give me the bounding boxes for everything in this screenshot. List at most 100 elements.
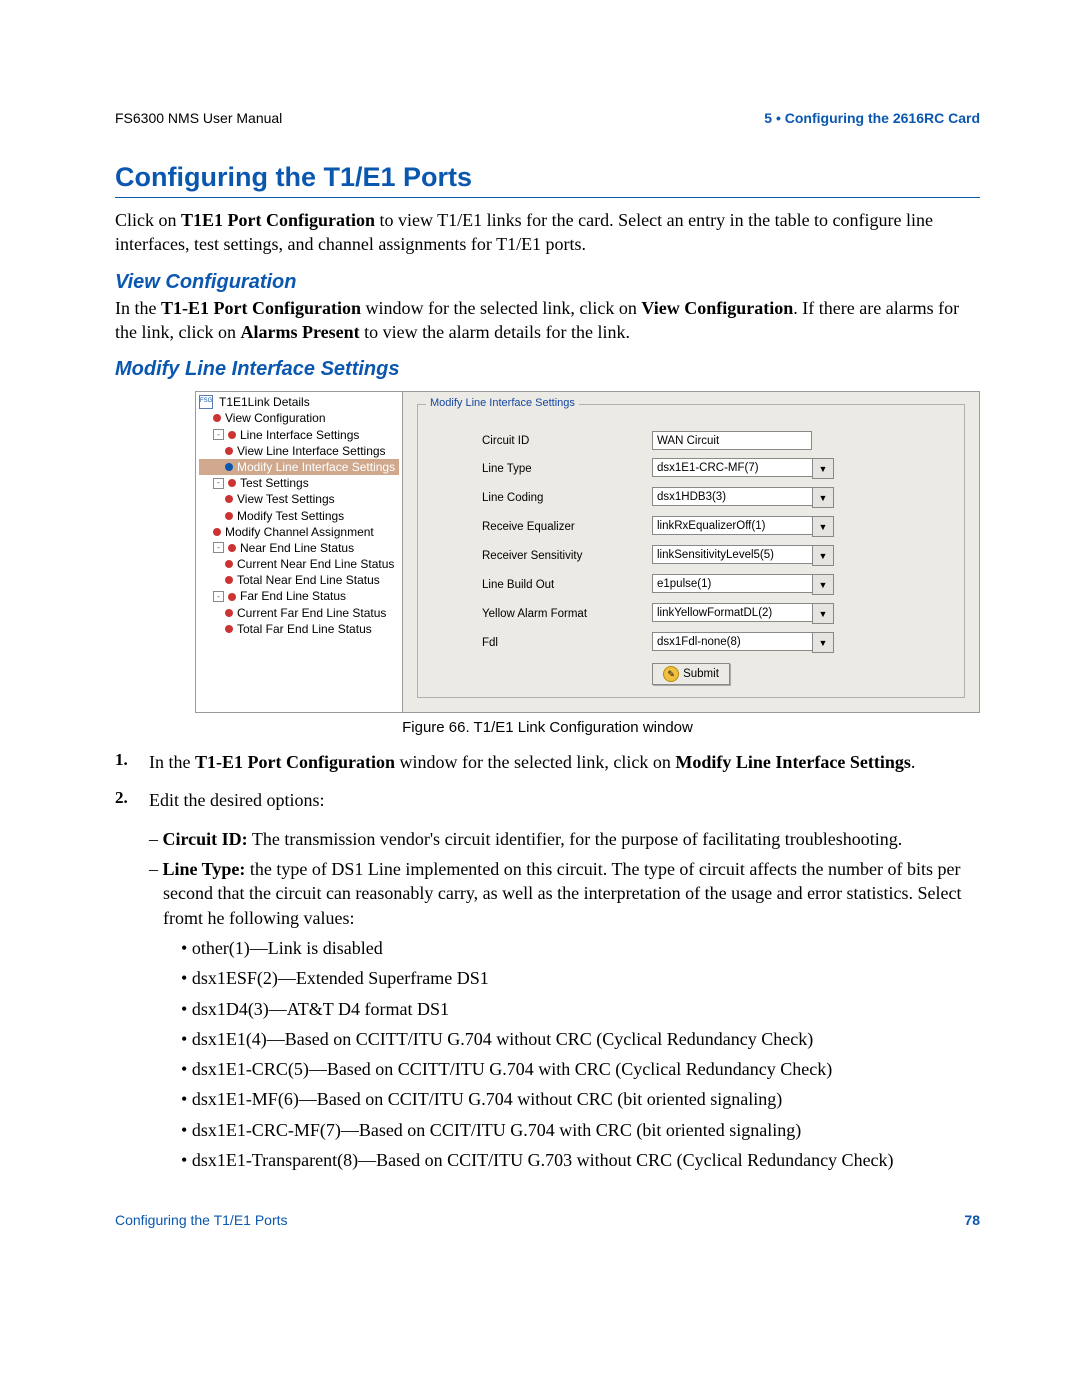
bullet-icon: [228, 479, 236, 487]
tree-item[interactable]: View Configuration: [199, 410, 399, 426]
form-panel: Modify Line Interface Settings Circuit I…: [403, 391, 980, 713]
chevron-down-icon[interactable]: ▼: [812, 632, 834, 653]
list-item: – Circuit ID: The transmission vendor's …: [149, 827, 980, 851]
fieldset: Modify Line Interface Settings Circuit I…: [417, 404, 965, 698]
form-label: Fdl: [432, 637, 652, 649]
chevron-down-icon[interactable]: ▼: [812, 545, 834, 566]
rx-equalizer-select[interactable]: [652, 516, 812, 535]
line-buildout-select[interactable]: [652, 574, 812, 593]
expand-icon[interactable]: -: [213, 429, 224, 440]
tree-item[interactable]: Current Near End Line Status: [199, 556, 399, 572]
chevron-down-icon[interactable]: ▼: [812, 574, 834, 595]
bullet-icon: [213, 528, 221, 536]
tree-item[interactable]: -Line Interface Settings: [199, 427, 399, 443]
tree-item[interactable]: -Far End Line Status: [199, 588, 399, 604]
tree-item[interactable]: -Near End Line Status: [199, 540, 399, 556]
bullet-icon: [225, 576, 233, 584]
footer-left: Configuring the T1/E1 Ports: [115, 1212, 288, 1228]
view-config-paragraph: In the T1-E1 Port Configuration window f…: [115, 296, 980, 345]
bullet-icon: [225, 447, 233, 455]
submit-button[interactable]: ✎ Submit: [652, 663, 730, 685]
form-row: Line Type ▼: [432, 458, 950, 479]
line-coding-select[interactable]: [652, 487, 812, 506]
form-label: Receive Equalizer: [432, 521, 652, 533]
tree-item[interactable]: Modify Test Settings: [199, 508, 399, 524]
fieldset-legend: Modify Line Interface Settings: [426, 397, 579, 409]
chevron-down-icon[interactable]: ▼: [812, 603, 834, 624]
expand-icon[interactable]: -: [213, 591, 224, 602]
form-row: Receive Equalizer ▼: [432, 516, 950, 537]
header-left: FS6300 NMS User Manual: [115, 110, 282, 126]
tree-item[interactable]: Modify Channel Assignment: [199, 524, 399, 540]
form-row: Line Build Out ▼: [432, 574, 950, 595]
tree-item[interactable]: View Test Settings: [199, 491, 399, 507]
view-config-heading: View Configuration: [115, 271, 980, 294]
value-list: • other(1)—Link is disabled • dsx1ESF(2)…: [163, 936, 980, 1172]
list-item: – Line Type: the type of DS1 Line implem…: [149, 857, 980, 1172]
figure-caption: Figure 66. T1/E1 Link Configuration wind…: [115, 719, 980, 736]
bullet-icon: [225, 625, 233, 633]
form-row: Line Coding ▼: [432, 487, 950, 508]
tree-item[interactable]: Total Far End Line Status: [199, 621, 399, 637]
form-row: Receiver Sensitivity ▼: [432, 545, 950, 566]
header-right: 5 • Configuring the 2616RC Card: [764, 110, 980, 126]
page-number: 78: [964, 1212, 980, 1228]
yellow-alarm-select[interactable]: [652, 603, 812, 622]
tree-item[interactable]: View Line Interface Settings: [199, 443, 399, 459]
rx-sensitivity-select[interactable]: [652, 545, 812, 564]
figure-screenshot: T1E1Link Details View Configuration -Lin…: [195, 391, 980, 713]
option-list: – Circuit ID: The transmission vendor's …: [115, 827, 980, 1173]
page-header: FS6300 NMS User Manual 5 • Configuring t…: [115, 110, 980, 126]
list-item: • dsx1E1-CRC(5)—Based on CCITT/ITU G.704…: [181, 1057, 980, 1081]
section-rule: [115, 197, 980, 198]
list-item: • dsx1E1-Transparent(8)—Based on CCIT/IT…: [181, 1148, 980, 1172]
tree-item[interactable]: -Test Settings: [199, 475, 399, 491]
form-row: Yellow Alarm Format ▼: [432, 603, 950, 624]
steps-list: 1. In the T1-E1 Port Configuration windo…: [115, 750, 980, 813]
form-label: Line Type: [432, 463, 652, 475]
bullet-icon: [225, 495, 233, 503]
fdl-select[interactable]: [652, 632, 812, 651]
modify-lis-heading: Modify Line Interface Settings: [115, 358, 980, 381]
form-label: Yellow Alarm Format: [432, 608, 652, 620]
bullet-icon: [213, 414, 221, 422]
bullet-icon: [225, 463, 233, 471]
circuit-id-input[interactable]: [652, 431, 812, 450]
bullet-icon: [228, 431, 236, 439]
bullet-icon: [225, 512, 233, 520]
form-label: Receiver Sensitivity: [432, 550, 652, 562]
list-item: • dsx1D4(3)—AT&T D4 format DS1: [181, 997, 980, 1021]
line-type-select[interactable]: [652, 458, 812, 477]
list-item: • dsx1ESF(2)—Extended Superframe DS1: [181, 966, 980, 990]
expand-icon[interactable]: -: [213, 478, 224, 489]
form-label: Line Build Out: [432, 579, 652, 591]
form-label: Circuit ID: [432, 435, 652, 447]
step-number: 1.: [115, 750, 149, 774]
bullet-icon: [225, 560, 233, 568]
section-title: Configuring the T1/E1 Ports: [115, 162, 980, 193]
list-item: • dsx1E1-MF(6)—Based on CCIT/ITU G.704 w…: [181, 1087, 980, 1111]
bullet-icon: [225, 609, 233, 617]
bullet-icon: [228, 544, 236, 552]
expand-icon[interactable]: -: [213, 542, 224, 553]
list-item: • other(1)—Link is disabled: [181, 936, 980, 960]
tree-root[interactable]: T1E1Link Details: [199, 394, 399, 410]
chevron-down-icon[interactable]: ▼: [812, 516, 834, 537]
doc-icon: [199, 395, 213, 409]
form-label: Line Coding: [432, 492, 652, 504]
step-number: 2.: [115, 788, 149, 812]
chevron-down-icon[interactable]: ▼: [812, 458, 834, 479]
tree-item[interactable]: Total Near End Line Status: [199, 572, 399, 588]
tree-item[interactable]: Current Far End Line Status: [199, 605, 399, 621]
list-item: • dsx1E1-CRC-MF(7)—Based on CCIT/ITU G.7…: [181, 1118, 980, 1142]
list-item: • dsx1E1(4)—Based on CCITT/ITU G.704 wit…: [181, 1027, 980, 1051]
tree-panel: T1E1Link Details View Configuration -Lin…: [195, 391, 403, 713]
tree-item-selected[interactable]: Modify Line Interface Settings: [199, 459, 399, 475]
intro-paragraph: Click on T1E1 Port Configuration to view…: [115, 208, 980, 257]
chevron-down-icon[interactable]: ▼: [812, 487, 834, 508]
page-footer: Configuring the T1/E1 Ports 78: [115, 1212, 980, 1228]
form-row: Circuit ID: [432, 431, 950, 450]
submit-icon: ✎: [663, 666, 679, 682]
form-row: Fdl ▼: [432, 632, 950, 653]
bullet-icon: [228, 593, 236, 601]
